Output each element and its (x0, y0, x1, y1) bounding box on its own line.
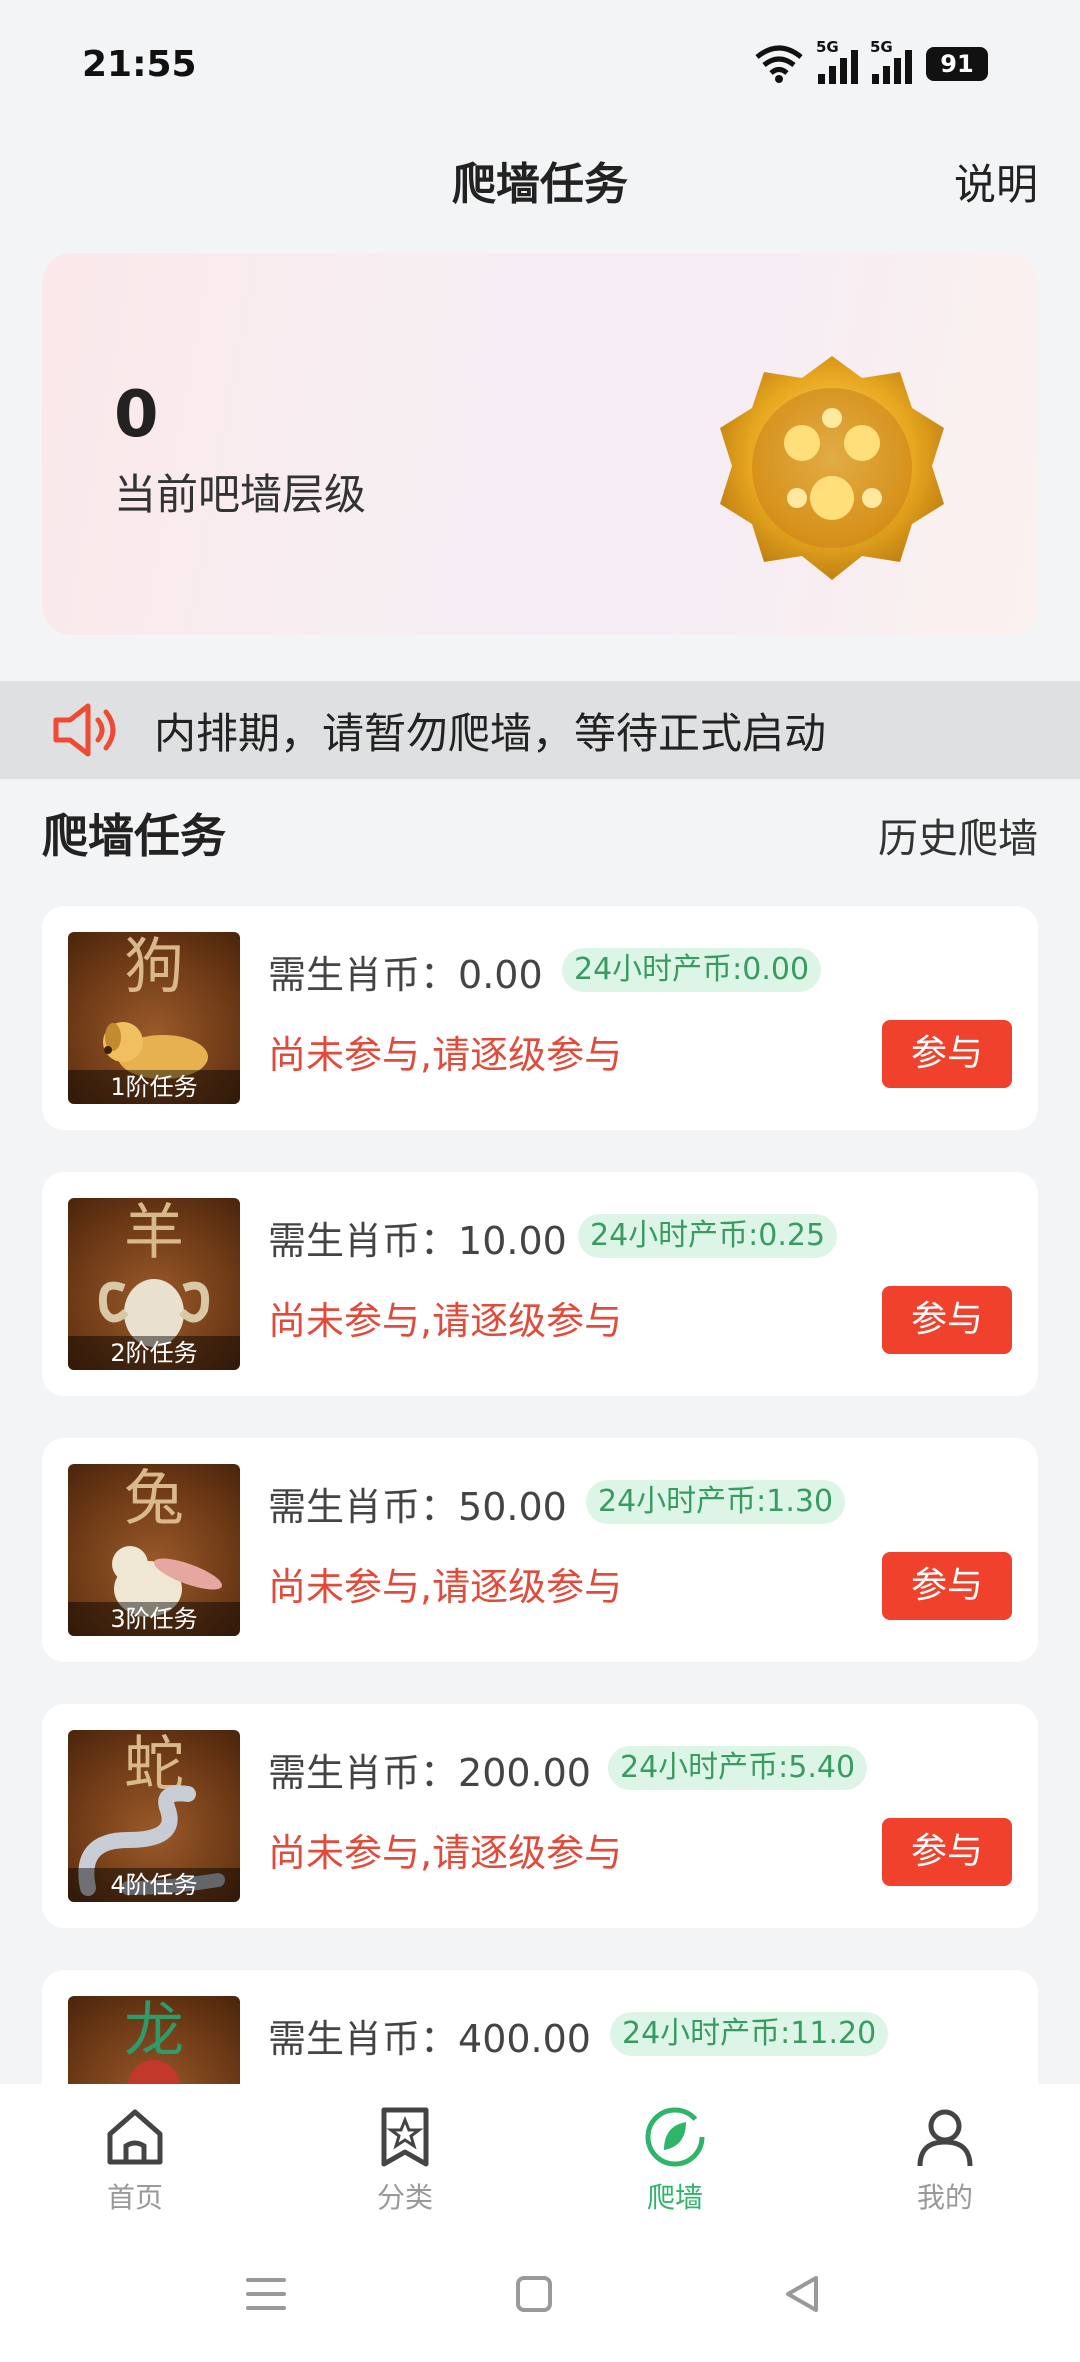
zodiac-image: 兔 3阶任务 (68, 1464, 240, 1636)
notice-text: 内排期，请暂勿爬墙，等待正式启动 (154, 708, 827, 758)
home-nav-icon[interactable] (504, 2264, 564, 2324)
speaker-icon (53, 703, 116, 757)
task-card: 蛇 4阶任务 需生肖币：200.00 24小时产币:5.40 尚未参与,请逐级参… (42, 1704, 1038, 1928)
tier-label: 4阶任务 (68, 1868, 240, 1902)
category-icon (381, 2107, 429, 2167)
participation-status: 尚未参与,请逐级参与 (268, 1565, 623, 1609)
cost-prefix: 需生肖币： (268, 2017, 459, 2061)
zodiac-image: 龙 (68, 1996, 240, 2084)
status-icons: 5G 5G 91 (754, 38, 988, 84)
cost-label: 需生肖币：400.00 (268, 2008, 591, 2063)
tab-climb[interactable]: 爬墙 (540, 2084, 810, 2224)
join-button[interactable]: 参与 (882, 1020, 1012, 1088)
participation-status: 尚未参与,请逐级参与 (268, 1299, 623, 1343)
cost-prefix: 需生肖币： (268, 953, 459, 997)
status-time: 21:55 (82, 44, 197, 85)
menu-icon[interactable] (236, 2264, 296, 2324)
level-label: 当前吧墙层级 (114, 470, 367, 519)
cost-label: 需生肖币：200.00 (268, 1742, 591, 1797)
history-link[interactable]: 历史爬墙 (878, 806, 1038, 864)
signal-icon-2: 5G (870, 38, 912, 84)
level-card: 0 当前吧墙层级 (42, 253, 1038, 635)
tab-home[interactable]: 首页 (0, 2084, 270, 2224)
participation-status: 尚未参与,请逐级参与 (268, 1033, 623, 1077)
cost-label: 需生肖币：10.00 (268, 1210, 567, 1265)
tab-label: 首页 (106, 2181, 163, 2214)
task-card: 羊 2阶任务 需生肖币：10.00 24小时产币:0.25 尚未参与,请逐级参与… (42, 1172, 1038, 1396)
climb-icon (645, 2107, 705, 2167)
yield-badge: 24小时产币:1.30 (586, 1480, 846, 1524)
explain-link[interactable]: 说明 (954, 150, 1038, 220)
network-type-2: 5G (870, 38, 893, 56)
join-button[interactable]: 参与 (882, 1552, 1012, 1620)
page-title: 爬墙任务 (452, 159, 628, 210)
back-icon[interactable] (772, 2264, 832, 2324)
tier-label: 2阶任务 (68, 1336, 240, 1370)
task-card: 狗 1阶任务 需生肖币：0.00 24小时产币:0.00 尚未参与,请逐级参与 … (42, 906, 1038, 1130)
cost-prefix: 需生肖币： (268, 1485, 459, 1529)
zodiac-image: 蛇 4阶任务 (68, 1730, 240, 1902)
yield-badge: 24小时产币:0.00 (562, 948, 822, 992)
header: 爬墙任务 说明 (0, 150, 1080, 220)
cost-value: 400.00 (458, 2017, 591, 2061)
task-card: 兔 3阶任务 需生肖币：50.00 24小时产币:1.30 尚未参与,请逐级参与… (42, 1438, 1038, 1662)
task-list[interactable]: 狗 1阶任务 需生肖币：0.00 24小时产币:0.00 尚未参与,请逐级参与 … (42, 906, 1038, 2084)
level-value: 0 (114, 378, 159, 452)
yield-badge: 24小时产币:11.20 (610, 2012, 889, 2056)
tab-profile[interactable]: 我的 (810, 2084, 1080, 2224)
cost-value: 0.00 (458, 953, 543, 997)
battery-icon: 91 (926, 47, 988, 81)
zodiac-image: 狗 1阶任务 (68, 932, 240, 1104)
notice-bar: 内排期，请暂勿爬墙，等待正式启动 (0, 681, 1080, 779)
yield-badge: 24小时产币:0.25 (578, 1214, 838, 1258)
tab-label: 爬墙 (646, 2181, 703, 2214)
wifi-icon (755, 45, 803, 83)
cost-label: 需生肖币：0.00 (268, 944, 543, 999)
home-icon (107, 2109, 163, 2165)
tab-label: 我的 (916, 2181, 973, 2214)
bottom-tab-bar: 首页 分类 爬墙 我的 (0, 2084, 1080, 2224)
status-bar: 21:55 5G 5G 91 (0, 0, 1080, 130)
participation-status: 尚未参与,请逐级参与 (268, 1831, 623, 1875)
signal-icon: 5G (816, 38, 858, 84)
join-button[interactable]: 参与 (882, 1286, 1012, 1354)
cost-label: 需生肖币：50.00 (268, 1476, 567, 1531)
cost-value: 50.00 (458, 1485, 567, 1529)
tier-label: 3阶任务 (68, 1602, 240, 1636)
cost-prefix: 需生肖币： (268, 1219, 459, 1263)
cost-value: 10.00 (458, 1219, 567, 1263)
tab-label: 分类 (376, 2181, 433, 2214)
system-nav-bar (0, 2224, 1080, 2362)
yield-badge: 24小时产币:5.40 (608, 1746, 868, 1790)
profile-icon (917, 2109, 973, 2167)
tab-category[interactable]: 分类 (270, 2084, 540, 2224)
dragon-icon (128, 2060, 180, 2084)
cost-value: 200.00 (458, 1751, 591, 1795)
network-type: 5G (816, 38, 839, 56)
section-title: 爬墙任务 (42, 809, 226, 863)
page: 21:55 5G 5G 91 爬墙任务 说明 0 当前吧墙层级 内排期，请暂勿爬… (0, 0, 1080, 2362)
task-card: 龙 需生肖币：400.00 24小时产币:11.20 (42, 1970, 1038, 2084)
join-button[interactable]: 参与 (882, 1818, 1012, 1886)
zodiac-image: 羊 2阶任务 (68, 1198, 240, 1370)
cost-prefix: 需生肖币： (268, 1751, 459, 1795)
tier-label: 1阶任务 (68, 1070, 240, 1104)
gold-medal-icon (720, 356, 944, 580)
